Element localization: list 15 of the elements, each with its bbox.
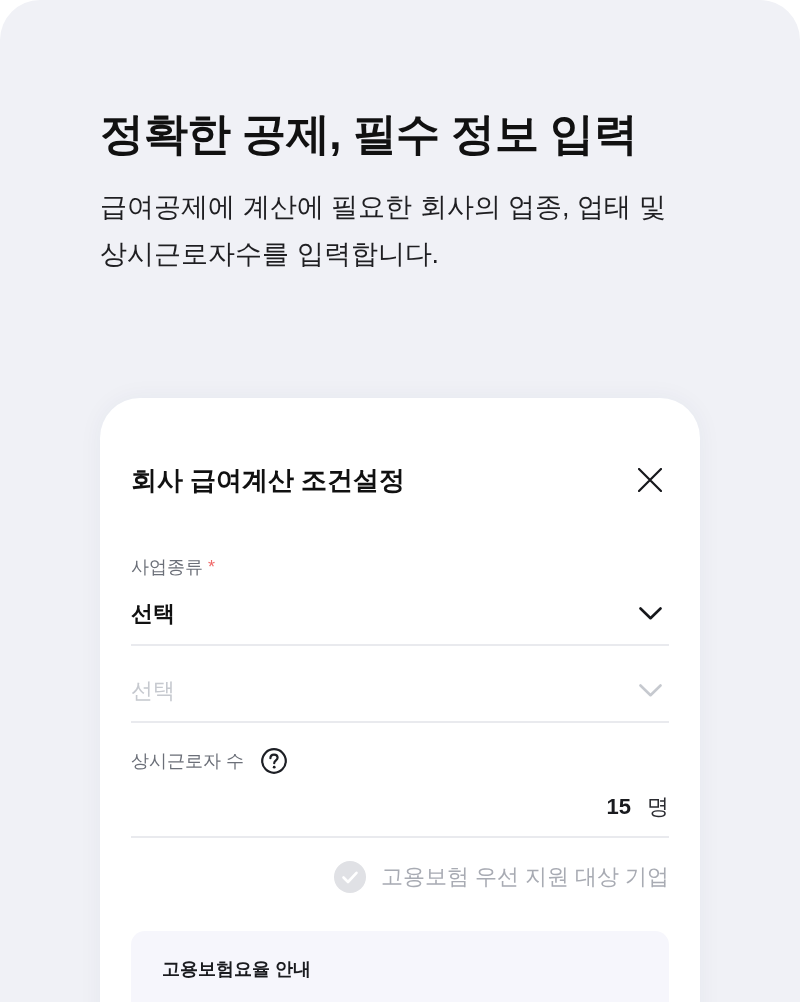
close-icon xyxy=(638,468,662,492)
required-mark: * xyxy=(208,556,215,579)
field-label: 상시근로자 수 xyxy=(131,750,244,773)
number-input-field[interactable]: 15 명 xyxy=(131,774,669,838)
select-field[interactable]: 선택 xyxy=(131,580,669,646)
close-button[interactable] xyxy=(638,468,662,492)
help-icon[interactable] xyxy=(261,748,287,774)
chevron-down-icon xyxy=(639,607,662,620)
field-label: 사업종류 xyxy=(131,556,203,579)
page-description: 급여공제에 계산에 필요한 회사의 업종, 업태 및 상시근로자수를 입력합니다. xyxy=(100,191,667,271)
info-title: 고용보험요율 안내 xyxy=(162,958,311,981)
dialog-title: 회사 급여계산 조건설정 xyxy=(131,464,406,497)
chevron-down-icon xyxy=(639,684,662,697)
unit-label: 명 xyxy=(647,793,669,821)
page-heading: 정확한 공제, 필수 정보 입력 xyxy=(100,108,638,160)
